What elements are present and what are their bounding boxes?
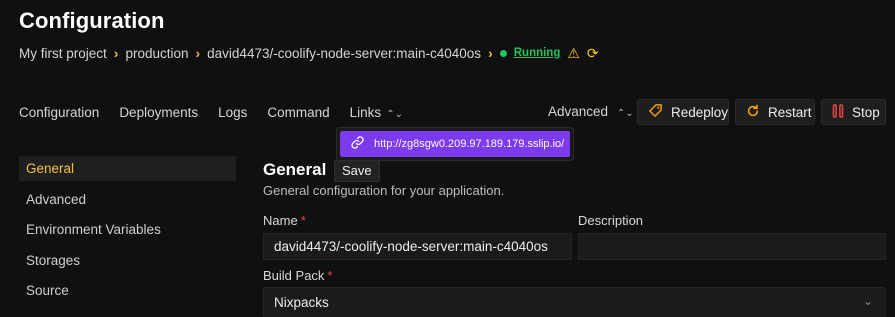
chevron-down-icon: ⌄ xyxy=(862,294,873,308)
breadcrumb: My first project › production › david447… xyxy=(19,44,599,62)
name-label: Name * xyxy=(263,213,306,228)
section-title: General xyxy=(263,160,327,179)
status-dot-icon xyxy=(499,49,507,57)
description-label: Description xyxy=(578,213,644,228)
restart-label: Restart xyxy=(768,104,812,120)
stop-icon xyxy=(832,103,844,121)
tab-command[interactable]: Command xyxy=(267,105,329,120)
required-mark: * xyxy=(327,268,333,283)
warning-icon[interactable]: ⚠ xyxy=(567,45,580,62)
breadcrumb-resource[interactable]: david4473/-coolify-node-server:main-c404… xyxy=(207,46,481,61)
link-url: http://zg8sgw0.209.97.189.179.sslip.io/ xyxy=(374,138,565,150)
sync-icon[interactable]: ⟳ xyxy=(587,45,599,62)
redeploy-label: Redeploy xyxy=(671,104,729,120)
sidebar-item-source[interactable]: Source xyxy=(19,278,236,303)
chevron-right-icon: › xyxy=(113,45,119,61)
breadcrumb-environment[interactable]: production xyxy=(125,46,188,61)
status-badge[interactable]: Running xyxy=(514,47,561,59)
tab-deployments[interactable]: Deployments xyxy=(119,105,198,120)
build-pack-label-text: Build Pack xyxy=(263,268,325,283)
chevron-right-icon: › xyxy=(195,45,201,61)
link-icon xyxy=(350,135,365,153)
resource-tabs: Configuration Deployments Logs Command L… xyxy=(19,101,423,123)
chevron-updown-icon: ⌃⌄ xyxy=(616,108,634,119)
tab-configuration[interactable]: Configuration xyxy=(19,105,99,120)
chevron-right-icon: › xyxy=(488,45,493,61)
build-pack-select[interactable]: Nixpacks ⌄ xyxy=(263,287,886,317)
build-pack-label: Build Pack * xyxy=(263,268,332,283)
chevron-updown-icon: ⌃⌄ xyxy=(386,108,403,120)
restart-icon xyxy=(746,104,760,121)
page-title: Configuration xyxy=(19,8,165,33)
sidebar-item-environment-variables[interactable]: Environment Variables xyxy=(19,217,236,242)
sidebar: General Advanced Environment Variables S… xyxy=(19,156,236,309)
name-field[interactable]: david4473/-coolify-node-server:main-c404… xyxy=(263,233,572,260)
breadcrumb-project[interactable]: My first project xyxy=(19,46,107,61)
advanced-label: Advanced xyxy=(548,104,609,119)
sidebar-item-general[interactable]: General xyxy=(19,156,236,181)
sidebar-item-storages[interactable]: Storages xyxy=(19,248,236,273)
tag-icon xyxy=(648,103,663,122)
redeploy-button[interactable]: Redeploy xyxy=(637,99,729,125)
required-mark: * xyxy=(300,213,306,228)
name-field-value: david4473/-coolify-node-server:main-c404… xyxy=(274,239,548,254)
tab-logs[interactable]: Logs xyxy=(218,105,247,120)
advanced-menu[interactable]: Advanced ⌃⌄ xyxy=(548,104,634,119)
tab-links-label: Links xyxy=(349,104,382,120)
tab-links[interactable]: Links ⌃⌄ xyxy=(350,105,403,120)
section-subtitle: General configuration for your applicati… xyxy=(263,183,505,198)
description-field[interactable] xyxy=(578,233,886,260)
links-dropdown: http://zg8sgw0.209.97.189.179.sslip.io/ xyxy=(336,127,574,161)
links-dropdown-item[interactable]: http://zg8sgw0.209.97.189.179.sslip.io/ xyxy=(340,131,570,157)
sidebar-item-advanced[interactable]: Advanced xyxy=(19,187,236,212)
build-pack-value: Nixpacks xyxy=(274,295,329,310)
restart-button[interactable]: Restart xyxy=(735,99,815,125)
stop-label: Stop xyxy=(852,104,880,120)
stop-button[interactable]: Stop xyxy=(821,99,886,125)
name-label-text: Name xyxy=(263,213,298,228)
save-button[interactable]: Save xyxy=(334,160,380,182)
